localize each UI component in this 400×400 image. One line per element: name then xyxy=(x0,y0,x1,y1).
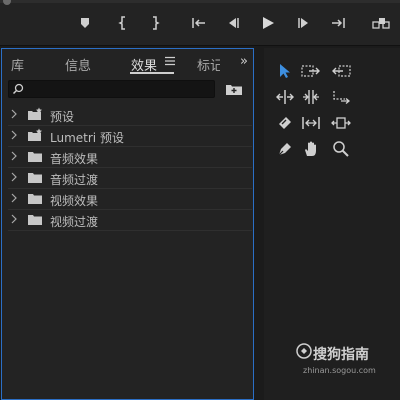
chevron-right-icon[interactable] xyxy=(10,109,18,119)
chevron-right-icon[interactable] xyxy=(10,130,18,140)
program-monitor-transport xyxy=(0,0,400,46)
insert-icon[interactable] xyxy=(372,14,390,32)
rate-stretch-tool-icon[interactable] xyxy=(330,86,352,108)
divider xyxy=(0,45,400,46)
in-point-icon[interactable] xyxy=(114,14,132,32)
razor-tool-icon[interactable] xyxy=(274,112,296,134)
selection-tool-icon[interactable] xyxy=(274,60,296,82)
panel-tab-bar: 库 信息 效果 标记 » xyxy=(2,49,253,77)
watermark-title: 搜狗指南 xyxy=(313,347,369,363)
new-custom-bin-icon[interactable] xyxy=(225,82,243,96)
chevron-right-icon[interactable] xyxy=(10,193,18,203)
list-item-label: 音频效果 xyxy=(50,152,99,166)
search-icon xyxy=(12,83,24,95)
chevron-right-icon[interactable] xyxy=(10,151,18,161)
chevron-right-icon[interactable] xyxy=(10,172,18,182)
list-item[interactable]: 预设 xyxy=(8,105,252,126)
list-item-label: Lumetri 预设 xyxy=(50,131,124,145)
slide-tool-icon[interactable] xyxy=(330,112,352,134)
track-select-tool-icon[interactable] xyxy=(300,60,322,82)
chevron-right-icon[interactable] xyxy=(10,214,18,224)
watermark-logo xyxy=(296,343,312,359)
folder-icon xyxy=(28,152,42,162)
list-item[interactable]: 视频过渡 xyxy=(8,210,252,231)
step-forward-icon[interactable] xyxy=(295,14,313,32)
folder-icon xyxy=(28,215,42,225)
list-item[interactable]: 音频效果 xyxy=(8,147,252,168)
search-field[interactable] xyxy=(8,80,215,98)
tab-markers[interactable]: 标记 xyxy=(197,55,220,74)
hand-tool-icon[interactable] xyxy=(300,138,322,160)
list-item[interactable]: Lumetri 预设 xyxy=(8,126,252,147)
list-item[interactable]: 音频过渡 xyxy=(8,168,252,189)
panel-menu-icon[interactable] xyxy=(164,56,176,66)
rolling-edit-tool-icon[interactable] xyxy=(300,86,322,108)
zoom-tool-icon[interactable] xyxy=(330,138,352,160)
go-to-in-icon[interactable] xyxy=(190,14,208,32)
effects-tree: 预设 Lumetri 预设 音频效果 音频过渡 视频效果 视频过渡 xyxy=(8,105,252,231)
active-tab-indicator xyxy=(130,72,174,74)
play-icon[interactable] xyxy=(259,14,277,32)
tab-library[interactable]: 库 xyxy=(11,55,24,74)
marker-icon[interactable] xyxy=(76,14,94,32)
pen-tool-icon[interactable] xyxy=(274,138,296,160)
preset-folder-icon xyxy=(28,107,42,120)
go-to-out-icon[interactable] xyxy=(329,14,347,32)
playhead-handle[interactable] xyxy=(3,0,11,5)
tab-info[interactable]: 信息 xyxy=(65,55,91,74)
list-item[interactable]: 视频效果 xyxy=(8,189,252,210)
track-select-backward-tool-icon[interactable] xyxy=(330,60,352,82)
slip-tool-icon[interactable] xyxy=(300,112,322,134)
effects-panel: 库 信息 效果 标记 » 预设 Lumetri 预设 音频效果 音频过渡 视频效… xyxy=(1,48,254,400)
list-item-label: 视频效果 xyxy=(50,194,99,208)
watermark-url: zhinan.sogou.com xyxy=(303,366,376,375)
timeline-scrubber[interactable] xyxy=(0,0,400,5)
folder-icon xyxy=(28,173,42,183)
ripple-edit-tool-icon[interactable] xyxy=(274,86,296,108)
list-item-label: 预设 xyxy=(50,110,75,124)
more-tabs-button[interactable]: » xyxy=(240,54,248,69)
folder-icon xyxy=(28,194,42,204)
list-item-label: 视频过渡 xyxy=(50,215,99,229)
step-back-icon[interactable] xyxy=(224,14,242,32)
list-item-label: 音频过渡 xyxy=(50,173,99,187)
preset-folder-icon xyxy=(28,128,42,141)
out-point-icon[interactable] xyxy=(146,14,164,32)
